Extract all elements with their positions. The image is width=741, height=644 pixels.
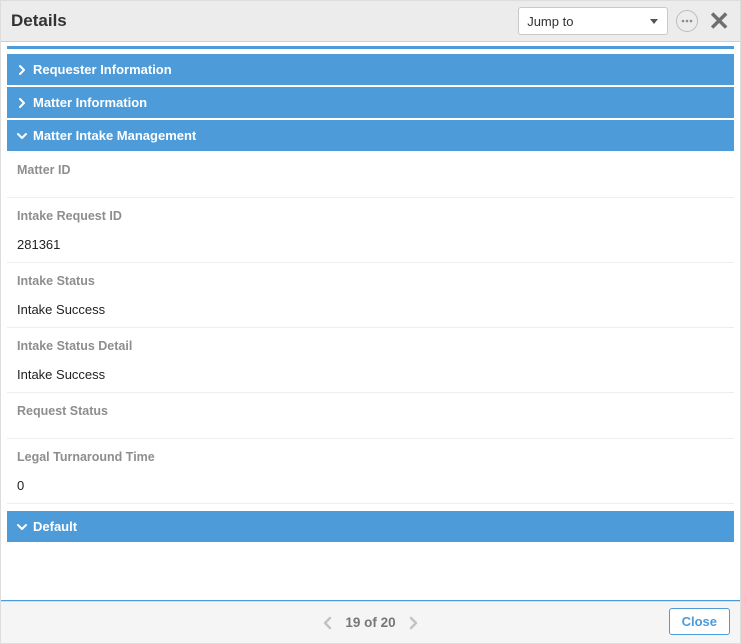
field-value: 0 bbox=[17, 478, 724, 493]
page-title: Details bbox=[11, 11, 67, 31]
details-footer: 19 of 20 Close bbox=[1, 601, 740, 643]
section-default[interactable]: Default bbox=[7, 510, 734, 543]
details-body[interactable]: Requester Information Matter Information… bbox=[1, 42, 740, 601]
chevron-left-icon bbox=[321, 616, 335, 630]
chevron-right-icon bbox=[17, 65, 27, 75]
prev-page-button[interactable] bbox=[321, 610, 335, 636]
section-requester-information[interactable]: Requester Information bbox=[7, 53, 734, 86]
field-label: Intake Status bbox=[17, 274, 724, 288]
field-intake-request-id: Intake Request ID 281361 bbox=[7, 198, 734, 263]
section-title: Matter Information bbox=[33, 95, 147, 110]
field-label: Intake Status Detail bbox=[17, 339, 724, 353]
field-legal-turnaround-time: Legal Turnaround Time 0 bbox=[7, 439, 734, 504]
chevron-right-icon bbox=[406, 616, 420, 630]
chevron-right-icon bbox=[17, 98, 27, 108]
more-options-button[interactable] bbox=[676, 10, 698, 32]
pager-text: 19 of 20 bbox=[345, 615, 395, 630]
section-matter-information[interactable]: Matter Information bbox=[7, 86, 734, 119]
close-button[interactable]: Close bbox=[669, 608, 730, 635]
field-value: Intake Success bbox=[17, 302, 724, 317]
next-page-button[interactable] bbox=[406, 610, 420, 636]
section-title: Matter Intake Management bbox=[33, 128, 196, 143]
field-label: Legal Turnaround Time bbox=[17, 450, 724, 464]
field-label: Intake Request ID bbox=[17, 209, 724, 223]
details-header: Details Jump to ✕ bbox=[1, 1, 740, 42]
jump-to-wrap: Jump to bbox=[518, 7, 668, 35]
field-label: Matter ID bbox=[17, 163, 724, 177]
pager: 19 of 20 bbox=[321, 610, 419, 636]
field-value: 281361 bbox=[17, 237, 724, 252]
field-intake-status: Intake Status Intake Success bbox=[7, 263, 734, 328]
divider bbox=[7, 46, 734, 49]
chevron-down-icon bbox=[17, 522, 27, 532]
ellipsis-icon bbox=[681, 19, 693, 23]
details-body-inner: Requester Information Matter Information… bbox=[1, 46, 740, 549]
section-title: Requester Information bbox=[33, 62, 172, 77]
header-controls: Jump to ✕ bbox=[518, 7, 732, 35]
field-label: Request Status bbox=[17, 404, 724, 418]
chevron-down-icon bbox=[17, 131, 27, 141]
close-icon[interactable]: ✕ bbox=[706, 8, 732, 34]
field-value: Intake Success bbox=[17, 367, 724, 382]
field-matter-id: Matter ID bbox=[7, 152, 734, 198]
jump-to-select[interactable]: Jump to bbox=[518, 7, 668, 35]
section-matter-intake-management[interactable]: Matter Intake Management bbox=[7, 119, 734, 152]
field-request-status: Request Status bbox=[7, 393, 734, 439]
section-title: Default bbox=[33, 519, 77, 534]
field-intake-status-detail: Intake Status Detail Intake Success bbox=[7, 328, 734, 393]
